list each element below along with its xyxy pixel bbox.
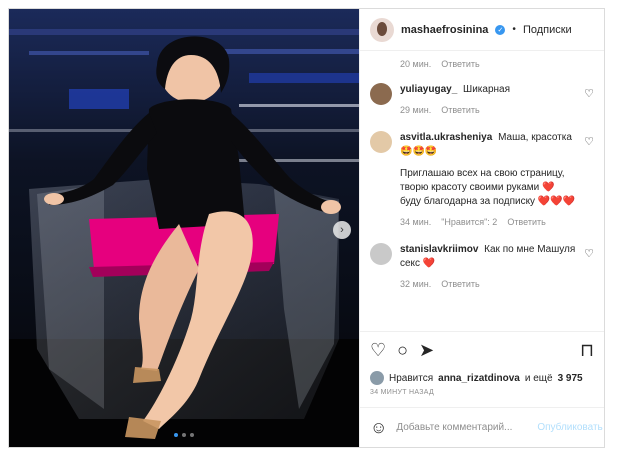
photo-illustration [9, 9, 359, 447]
commenter-username[interactable]: stanislavkriimov [400, 244, 478, 255]
comment-item: asvitla.ukrasheniya Маша, красотка 🤩🤩🤩 П… [370, 131, 594, 229]
publish-button[interactable]: Опубликовать [537, 422, 602, 433]
comment-meta: 29 мин. Ответить [400, 103, 578, 117]
liker-username[interactable]: anna_rizatdinova [438, 373, 520, 384]
following-button[interactable]: Подписки [523, 24, 572, 36]
commenter-avatar[interactable] [370, 83, 392, 105]
post-photo[interactable]: › [9, 9, 359, 447]
likes-count[interactable]: 3 975 [558, 373, 583, 384]
post-timestamp: 34 МИНУТ НАЗАД [370, 389, 435, 396]
post-actions: ♡ ○ ➤ ⊓ [360, 331, 604, 367]
comment-text: Приглашаю всех на свою страницу, творю к… [400, 168, 565, 193]
comment-item: stanislavkriimov Как по мне Машуля секс … [370, 243, 594, 291]
header-separator: • [512, 24, 516, 35]
carousel-indicator [9, 433, 359, 437]
comment-time: 34 мин. [400, 217, 432, 227]
comment-time: 32 мин. [400, 279, 432, 289]
heart-emoji: ❤️ [542, 182, 555, 193]
like-comment-icon[interactable]: ♡ [584, 135, 594, 148]
heart-emoji: ❤️❤️❤️ [537, 196, 576, 207]
heart-emoji: ❤️ [422, 258, 436, 269]
comment-time: 29 мин. [400, 105, 432, 115]
share-icon[interactable]: ➤ [419, 341, 434, 359]
bookmark-icon[interactable]: ⊓ [580, 341, 594, 359]
verified-badge-icon: ✓ [495, 24, 506, 35]
like-comment-icon[interactable]: ♡ [584, 87, 594, 100]
comment-meta: 32 мин. Ответить [400, 277, 578, 291]
reply-link[interactable]: Ответить [441, 103, 479, 117]
carousel-dot [182, 433, 186, 437]
likes-summary: Нравится anna_rizatdinova и ещё 3 975 [360, 367, 604, 389]
comment-item: yuliayugay_ Шикарная 29 мин. Ответить ♡ [370, 83, 594, 117]
likes-prefix: Нравится [389, 372, 434, 384]
comment-input[interactable] [396, 422, 529, 433]
comment-text: Шикарная [463, 84, 511, 95]
commenter-avatar[interactable] [370, 131, 392, 153]
comment-likes[interactable]: "Нравится": 2 [441, 215, 497, 229]
commenter-avatar[interactable] [370, 243, 392, 265]
commenter-username[interactable]: yuliayugay_ [400, 84, 457, 95]
comment-text-continued: Приглашаю всех на свою страницу, творю к… [400, 167, 578, 209]
comment-icon[interactable]: ○ [397, 341, 408, 359]
add-comment-bar: ☺ Опубликовать [360, 407, 604, 447]
instagram-post: › mashaefrosinina ✓ • Подписки 20 мин. О… [8, 8, 605, 448]
carousel-dot [174, 433, 178, 437]
commenter-username[interactable]: asvitla.ukrasheniya [400, 132, 492, 143]
author-username[interactable]: mashaefrosinina [401, 24, 488, 36]
carousel-dot [190, 433, 194, 437]
reply-link[interactable]: Ответить [441, 59, 479, 69]
post-header: mashaefrosinina ✓ • Подписки [360, 9, 604, 51]
comment-time: 20 мин. [400, 59, 432, 69]
comment-meta: 34 мин. "Нравится": 2 Ответить [400, 215, 578, 229]
reply-link[interactable]: Ответить [507, 215, 545, 229]
like-icon[interactable]: ♡ [370, 341, 386, 359]
comments-list[interactable]: 20 мин. Ответить yuliayugay_ Шикарная 29… [360, 51, 604, 331]
likes-suffix: и ещё [524, 372, 553, 384]
post-side-panel: mashaefrosinina ✓ • Подписки 20 мин. Отв… [359, 9, 604, 447]
reply-link[interactable]: Ответить [441, 277, 479, 291]
like-comment-icon[interactable]: ♡ [584, 247, 594, 260]
next-slide-button[interactable]: › [333, 221, 351, 239]
comment-text: буду благодарна за подписку [400, 196, 536, 207]
comment-emojis: 🤩🤩🤩 [400, 146, 438, 157]
emoji-icon[interactable]: ☺ [370, 418, 387, 438]
comment-meta: 20 мин. Ответить [370, 59, 594, 69]
liker-avatar[interactable] [370, 371, 384, 385]
comment-text: Маша, красотка [498, 132, 572, 143]
author-avatar[interactable] [370, 17, 394, 42]
